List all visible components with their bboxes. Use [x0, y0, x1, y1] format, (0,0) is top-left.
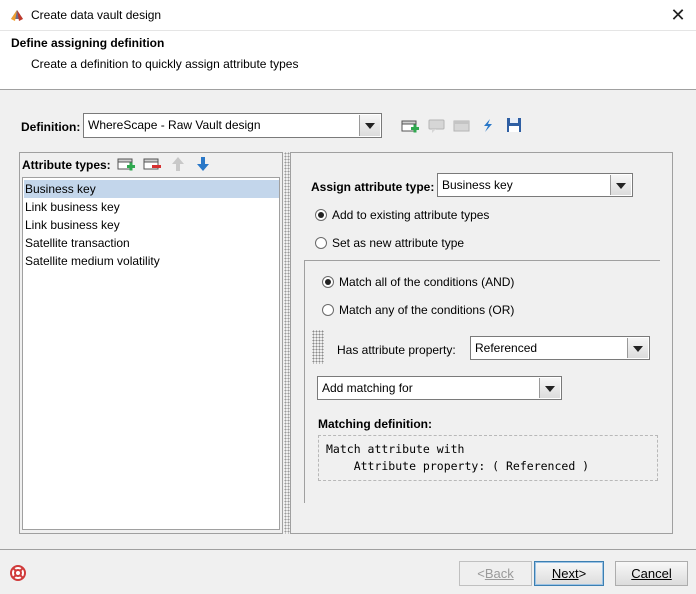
radio-match-all[interactable] [322, 276, 334, 288]
property-select[interactable]: Referenced [470, 336, 650, 360]
attribute-types-list[interactable]: Business key Link business key Link busi… [22, 177, 280, 530]
assign-type-select[interactable]: Business key [437, 173, 633, 197]
matching-definition-line: Match attribute with [326, 442, 465, 456]
chevron-down-icon[interactable] [539, 378, 560, 398]
radio-add-existing-label[interactable]: Add to existing attribute types [332, 208, 489, 222]
add-icon[interactable] [117, 156, 135, 172]
comment-icon[interactable] [428, 118, 446, 134]
back-prefix: < [477, 566, 485, 581]
cancel-button[interactable]: Cancel [615, 561, 688, 586]
assign-type-value: Business key [442, 178, 513, 192]
attribute-types-label: Attribute types: [22, 158, 111, 172]
list-item[interactable]: Link business key [24, 216, 279, 234]
cancel-label: Cancel [631, 566, 672, 581]
drag-handle[interactable] [312, 330, 324, 364]
add-definition-icon[interactable] [401, 118, 419, 134]
next-label: Next [551, 566, 579, 581]
next-button[interactable]: Next > [534, 561, 604, 586]
radio-match-any-label[interactable]: Match any of the conditions (OR) [339, 303, 514, 317]
definition-label: Definition: [21, 120, 81, 134]
back-button[interactable]: < Back [459, 561, 532, 586]
radio-set-new[interactable] [315, 237, 327, 249]
move-down-icon[interactable] [194, 156, 212, 172]
list-item[interactable]: Satellite transaction [24, 234, 279, 252]
help-icon[interactable] [10, 565, 26, 581]
chevron-down-icon[interactable] [359, 115, 380, 136]
remove-icon[interactable] [143, 156, 161, 172]
radio-add-existing[interactable] [315, 209, 327, 221]
chevron-down-icon[interactable] [627, 338, 648, 358]
add-matching-select[interactable]: Add matching for [317, 376, 562, 400]
close-icon[interactable]: ✕ [664, 3, 692, 27]
add-matching-value: Add matching for [322, 381, 413, 395]
header-title: Define assigning definition [11, 36, 165, 50]
list-item[interactable]: Link business key [24, 198, 279, 216]
move-up-icon[interactable] [169, 156, 187, 172]
property-value: Referenced [475, 341, 538, 355]
property-label: Has attribute property: [337, 343, 456, 357]
footer-divider [0, 549, 696, 550]
save-icon[interactable] [505, 117, 523, 133]
header-subtitle: Create a definition to quickly assign at… [31, 57, 299, 71]
list-item[interactable]: Satellite medium volatility [24, 252, 279, 270]
radio-match-any[interactable] [322, 304, 334, 316]
refresh-icon[interactable] [478, 117, 496, 133]
rename-icon[interactable] [453, 118, 471, 134]
definition-select[interactable]: WhereScape - Raw Vault design [83, 113, 382, 138]
next-suffix: > [578, 566, 587, 581]
chevron-down-icon[interactable] [610, 175, 631, 195]
window-title: Create data vault design [31, 8, 162, 22]
list-item[interactable]: Business key [24, 180, 279, 198]
app-icon [11, 10, 23, 21]
matching-definition-line: Attribute property: ( Referenced ) [326, 459, 590, 473]
radio-set-new-label[interactable]: Set as new attribute type [332, 236, 464, 250]
matching-definition-label: Matching definition: [318, 417, 432, 431]
radio-match-all-label[interactable]: Match all of the conditions (AND) [339, 275, 514, 289]
assign-type-label: Assign attribute type: [311, 180, 435, 194]
definition-value: WhereScape - Raw Vault design [88, 118, 261, 132]
back-label: Back [484, 566, 514, 581]
